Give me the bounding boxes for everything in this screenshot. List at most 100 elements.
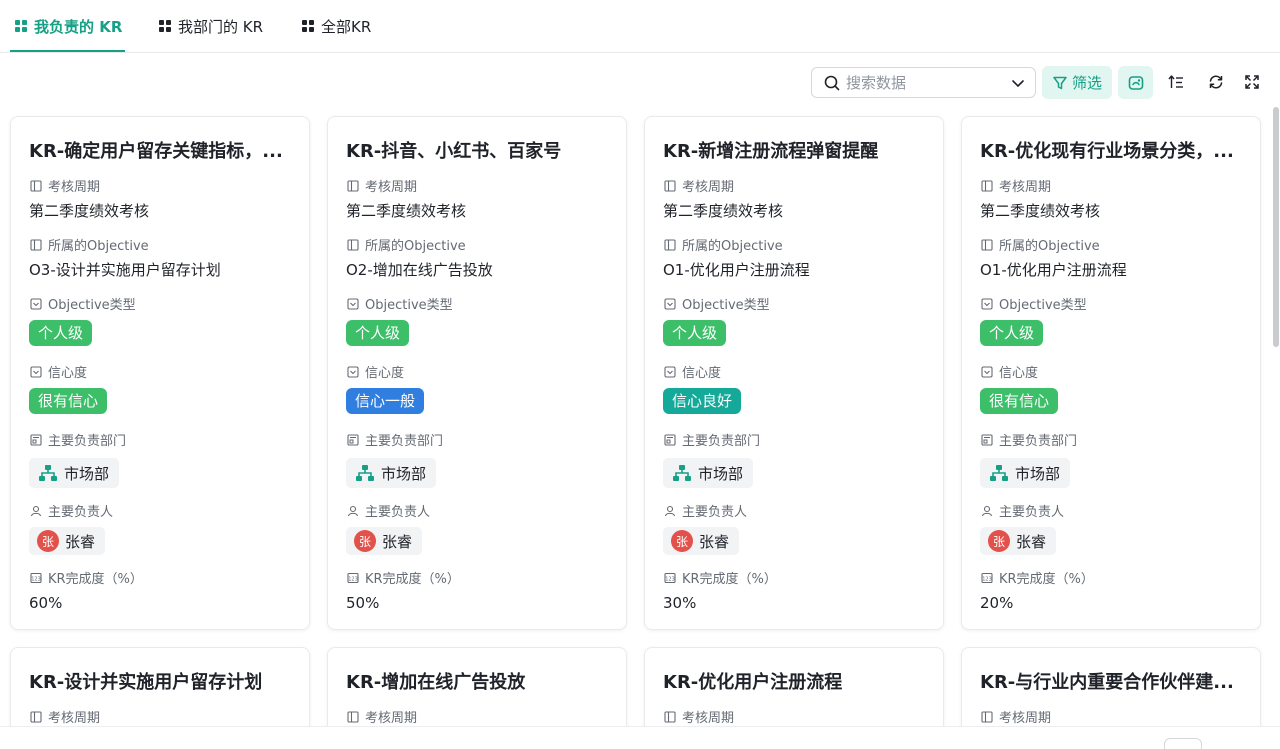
objective-type-label: Objective类型: [981, 294, 1087, 313]
objective-type-tag: 个人级: [29, 320, 93, 346]
period-label: 考核周期: [30, 176, 100, 195]
text-field-icon: [347, 710, 359, 723]
sort-button[interactable]: [1165, 71, 1187, 93]
refresh-button[interactable]: [1205, 71, 1227, 93]
objective-value: O2-增加在线广告投放: [346, 261, 493, 279]
kr-tab-bar: 我负责的 KR 我部门的 KR 全部KR: [0, 0, 1280, 53]
confidence-label: 信心度: [664, 362, 721, 381]
period-value: 第二季度绩效考核: [980, 202, 1101, 220]
owner-chip[interactable]: 张 张睿: [29, 527, 106, 555]
select-field-icon: [981, 297, 993, 310]
search-select[interactable]: [811, 67, 1036, 98]
avatar: 张: [988, 530, 1010, 552]
progress-value: 60%: [29, 594, 63, 612]
tab-my-kr[interactable]: 我负责的 KR: [9, 0, 126, 52]
department-name: 市场部: [381, 464, 427, 483]
card-view-icon: [1128, 75, 1143, 90]
org-chart-icon: [673, 465, 691, 481]
confidence-tag: 很有信心: [980, 388, 1059, 414]
objective-label: 所属的Objective: [347, 235, 466, 254]
owner-name: 张睿: [65, 532, 96, 551]
filter-button[interactable]: 筛选: [1042, 66, 1112, 99]
text-field-icon: [347, 179, 359, 192]
filter-icon: [1053, 76, 1067, 89]
department-chip[interactable]: 市场部: [663, 458, 754, 488]
kr-card-title: KR-优化现有行业场景分类，...: [980, 141, 1234, 162]
department-field-icon: [30, 433, 42, 446]
owner-chip[interactable]: 张 张睿: [980, 527, 1057, 555]
select-field-icon: [30, 365, 42, 378]
org-chart-icon: [356, 465, 374, 481]
objective-value: O1-优化用户注册流程: [980, 261, 1127, 279]
confidence-label: 信心度: [347, 362, 404, 381]
period-label: 考核周期: [664, 707, 734, 726]
back-to-top-button[interactable]: [1164, 738, 1202, 749]
progress-label: 123 KR完成度（%）: [664, 572, 777, 587]
select-field-icon: [981, 365, 993, 378]
search-input[interactable]: [846, 73, 1006, 92]
select-field-icon: [30, 297, 42, 310]
kr-card[interactable]: KR-新增注册流程弹窗提醒 考核周期 第二季度绩效考核 所属的Objective…: [644, 116, 944, 630]
grid-icon: [159, 20, 171, 32]
person-field-icon: [30, 505, 42, 516]
kr-card[interactable]: KR-优化现有行业场景分类，... 考核周期 第二季度绩效考核 所属的Objec…: [961, 116, 1261, 630]
fullscreen-icon: [1245, 75, 1259, 89]
objective-value: O3-设计并实施用户留存计划: [29, 261, 221, 279]
department-chip[interactable]: 市场部: [29, 458, 120, 488]
objective-type-tag: 个人级: [980, 320, 1044, 346]
period-value: 第二季度绩效考核: [29, 202, 150, 220]
fullscreen-button[interactable]: [1241, 71, 1263, 93]
owner-label: 主要负责人: [347, 501, 430, 520]
grid-icon: [15, 20, 27, 32]
period-label: 考核周期: [347, 707, 417, 726]
objective-type-label: Objective类型: [347, 294, 453, 313]
avatar: 张: [671, 530, 693, 552]
department-name: 市场部: [698, 464, 744, 483]
department-label: 主要负责部门: [981, 430, 1077, 449]
search-icon: [824, 75, 840, 90]
objective-label: 所属的Objective: [664, 235, 783, 254]
tab-all-kr[interactable]: 全部KR: [302, 0, 371, 52]
person-field-icon: [347, 505, 359, 516]
kr-card[interactable]: KR-抖音、小红书、百家号 考核周期 第二季度绩效考核 所属的Objective…: [327, 116, 627, 630]
owner-chip[interactable]: 张 张睿: [663, 527, 740, 555]
period-label: 考核周期: [981, 707, 1051, 726]
period-value: 第二季度绩效考核: [346, 202, 467, 220]
kr-card[interactable]: KR-确定用户留存关键指标，... 考核周期 第二季度绩效考核 所属的Objec…: [10, 116, 310, 630]
filter-label: 筛选: [1071, 74, 1102, 92]
scrollbar-thumb[interactable]: [1273, 107, 1279, 347]
svg-text:123: 123: [348, 576, 358, 582]
owner-label: 主要负责人: [981, 501, 1064, 520]
number-field-icon: 123: [347, 572, 359, 583]
card-view-button[interactable]: [1118, 66, 1153, 99]
progress-label: 123 KR完成度（%）: [981, 572, 1094, 587]
tab-department-kr[interactable]: 我部门的 KR: [159, 0, 263, 52]
svg-text:123: 123: [665, 576, 675, 582]
confidence-label: 信心度: [981, 362, 1038, 381]
svg-text:123: 123: [982, 576, 992, 582]
kr-card-title: KR-确定用户留存关键指标，...: [29, 141, 283, 162]
department-chip[interactable]: 市场部: [980, 458, 1071, 488]
confidence-label: 信心度: [30, 362, 87, 381]
select-field-icon: [664, 297, 676, 310]
department-field-icon: [664, 433, 676, 446]
org-chart-icon: [990, 465, 1008, 481]
progress-label: 123 KR完成度（%）: [347, 572, 460, 587]
chevron-down-icon[interactable]: [1011, 76, 1025, 90]
objective-type-label: Objective类型: [664, 294, 770, 313]
tab-label: 我负责的 KR: [34, 17, 123, 36]
tab-label: 我部门的 KR: [178, 17, 264, 36]
objective-label: 所属的Objective: [30, 235, 149, 254]
department-name: 市场部: [64, 464, 110, 483]
refresh-icon: [1209, 75, 1223, 89]
kr-card-title: KR-抖音、小红书、百家号: [346, 141, 562, 162]
owner-label: 主要负责人: [30, 501, 113, 520]
person-field-icon: [981, 505, 993, 516]
owner-chip[interactable]: 张 张睿: [346, 527, 423, 555]
text-field-icon: [347, 238, 359, 251]
text-field-icon: [981, 238, 993, 251]
department-chip[interactable]: 市场部: [346, 458, 437, 488]
grid-icon: [302, 20, 314, 32]
svg-text:123: 123: [31, 576, 41, 582]
department-field-icon: [981, 433, 993, 446]
